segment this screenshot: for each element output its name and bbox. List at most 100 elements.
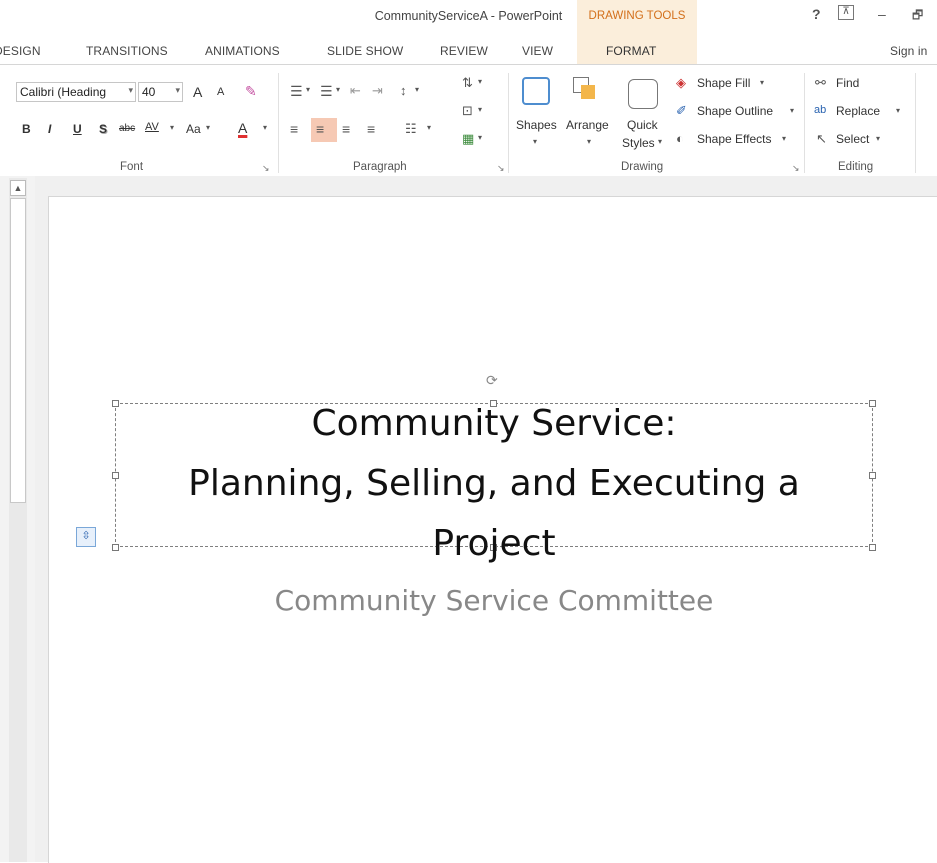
slide-subtitle[interactable]: Community Service Committee [115,584,873,617]
chevron-down-icon[interactable]: ▾ [478,77,482,86]
chevron-down-icon[interactable]: ▾ [876,134,880,143]
tab-animations[interactable]: ANIMATIONS [205,44,280,58]
quick-styles-label-1[interactable]: Quick [627,118,658,132]
font-group-label: Font [120,161,144,173]
align-right-icon[interactable]: ≡ [342,121,350,137]
chevron-down-icon[interactable]: ▾ [415,85,419,94]
chevron-down-icon[interactable]: ▾ [533,137,537,146]
chevron-down-icon[interactable]: ▾ [782,134,786,143]
shapes-icon[interactable] [522,77,550,105]
font-name-combo[interactable]: Calibri (Heading ▾ [16,82,136,102]
group-separator [804,73,805,173]
ribbon-display-options-icon[interactable]: ⊼ [838,5,854,20]
font-dialog-launcher-icon[interactable]: ↘ [262,163,270,174]
slide-title-line-3: Project [432,523,556,564]
font-color-button[interactable]: A [238,120,247,136]
drawing-tools-label: DRAWING TOOLS [588,10,686,22]
grow-font-icon[interactable]: A [193,84,202,100]
bold-button[interactable]: B [22,122,31,136]
align-center-icon[interactable]: ≡ [316,121,324,137]
tab-slide-show[interactable]: SLIDE SHOW [327,44,403,58]
smartart-convert-icon[interactable]: ▦ [462,131,474,147]
quick-styles-icon[interactable] [628,79,658,109]
character-spacing-button[interactable]: AV [145,121,159,133]
chevron-down-icon[interactable]: ▾ [206,123,210,132]
editing-group-label: Editing [838,161,874,173]
tab-transitions[interactable]: TRANSITIONS [86,44,168,58]
slide-title-line-2: Planning, Selling, and Executing a [188,463,800,504]
paragraph-group-label: Paragraph [353,161,407,173]
align-text-icon[interactable]: ⊡ [462,103,473,119]
scrollbar-thumb[interactable] [10,198,26,503]
tab-view[interactable]: VIEW [522,44,553,58]
chevron-down-icon: ▾ [128,85,133,95]
chevron-down-icon[interactable]: ▾ [658,137,662,146]
drawing-group-label: Drawing [621,161,664,173]
font-size-combo[interactable]: 40 ▾ [138,82,183,102]
columns-icon[interactable]: ☷ [405,121,417,137]
binoculars-icon[interactable]: ⚯ [815,75,826,91]
help-button[interactable]: ? [812,6,821,22]
chevron-down-icon[interactable]: ▾ [427,123,431,132]
justify-icon[interactable]: ≡ [367,121,375,137]
shape-effects-icon[interactable]: ◐ [676,131,684,146]
chevron-down-icon[interactable]: ▾ [760,78,764,87]
shape-outline-icon[interactable]: ✐ [676,103,687,119]
autofit-options-icon[interactable]: ⇳ [76,527,96,547]
quick-styles-label-2[interactable]: Styles [622,136,655,150]
tab-format[interactable]: FORMAT [606,44,656,58]
chevron-down-icon: ▾ [175,85,180,95]
sign-in-link[interactable]: Sign in [890,44,927,58]
scroll-up-arrow-icon[interactable]: ▲ [10,180,26,196]
chevron-down-icon[interactable]: ▾ [896,106,900,115]
replace-icon[interactable]: ab [814,104,826,116]
shapes-button-label[interactable]: Shapes [516,118,557,132]
text-shadow-button[interactable]: S [99,122,107,136]
chevron-down-icon[interactable]: ▾ [170,123,174,132]
chevron-down-icon[interactable]: ▾ [790,106,794,115]
bullets-icon[interactable]: ☰ [290,83,303,100]
font-name-value: Calibri (Heading [20,85,107,99]
clear-formatting-icon[interactable]: ✎ [245,83,257,100]
slide-title[interactable]: Community Service: Planning, Selling, an… [115,394,873,574]
chevron-down-icon[interactable]: ▾ [306,85,310,94]
strikethrough-button[interactable]: abc [119,123,135,134]
text-direction-icon[interactable]: ⇅ [462,75,473,91]
line-spacing-icon[interactable]: ↕ [400,83,407,98]
shape-fill-icon[interactable]: ◈ [676,75,686,91]
minimize-button[interactable]: – [878,6,886,22]
change-case-button[interactable]: Aa [186,122,201,136]
tab-design[interactable]: DESIGN [0,44,41,58]
shape-outline-button[interactable]: Shape Outline [697,104,773,118]
increase-indent-icon[interactable]: ⇥ [372,83,383,99]
underline-button[interactable]: U [73,122,82,136]
chevron-down-icon[interactable]: ▾ [478,133,482,142]
paragraph-dialog-launcher-icon[interactable]: ↘ [497,163,505,174]
window-title: CommunityServiceA - PowerPoint [374,9,563,23]
numbering-icon[interactable]: ☰ [320,83,333,100]
drawing-dialog-launcher-icon[interactable]: ↘ [792,163,800,174]
shape-fill-button[interactable]: Shape Fill [697,76,750,90]
decrease-indent-icon[interactable]: ⇤ [350,83,361,99]
font-size-value: 40 [142,85,156,99]
tab-review[interactable]: REVIEW [440,44,488,58]
arrange-icon[interactable] [581,85,595,99]
chevron-down-icon[interactable]: ▾ [587,137,591,146]
shrink-font-icon[interactable]: A [217,86,224,98]
shape-effects-button[interactable]: Shape Effects [697,132,772,146]
ribbon: Calibri (Heading ▾ 40 ▾ A A ✎ B I U S ab… [0,64,937,178]
align-left-icon[interactable]: ≡ [290,121,298,137]
restore-button[interactable]: 🗗 [912,6,923,27]
italic-button[interactable]: I [48,122,51,136]
find-button[interactable]: Find [836,76,859,90]
group-separator [508,73,509,173]
select-button[interactable]: Select [836,132,869,146]
replace-button[interactable]: Replace [836,104,880,118]
arrange-button-label[interactable]: Arrange [566,118,609,132]
select-cursor-icon[interactable]: ↖ [816,131,827,147]
group-separator [278,73,279,173]
rotate-handle-icon[interactable]: ⟳ [486,372,498,389]
chevron-down-icon[interactable]: ▾ [263,123,267,132]
chevron-down-icon[interactable]: ▾ [478,105,482,114]
chevron-down-icon[interactable]: ▾ [336,85,340,94]
